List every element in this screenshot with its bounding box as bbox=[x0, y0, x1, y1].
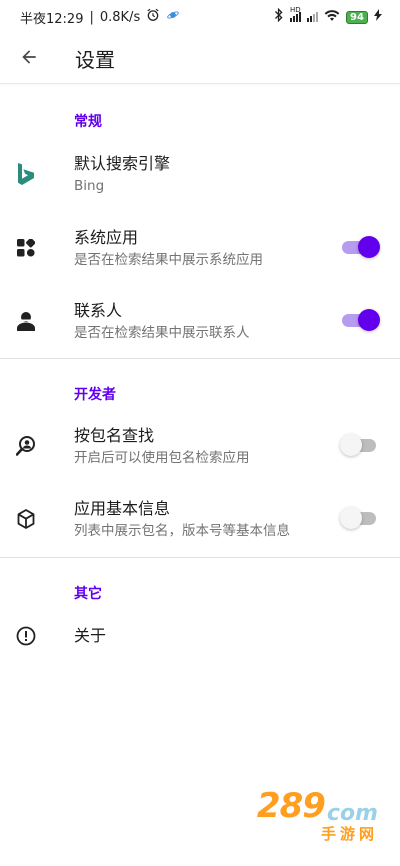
setting-title: 应用基本信息 bbox=[74, 499, 171, 518]
search-person-icon bbox=[14, 434, 38, 458]
search-by-package-toggle[interactable] bbox=[340, 433, 380, 457]
setting-search-by-package[interactable]: 按包名查找 开启后可以使用包名检索应用 bbox=[0, 416, 400, 478]
status-bar: 半夜12:29 | 0.8K/s HD 94 bbox=[0, 0, 400, 34]
bluetooth-icon bbox=[274, 7, 284, 26]
setting-system-apps[interactable]: 系统应用 是否在检索结果中展示系统应用 bbox=[0, 218, 400, 280]
setting-subtitle: 开启后可以使用包名检索应用 bbox=[74, 450, 250, 466]
status-right: HD 94 bbox=[274, 6, 382, 26]
arrow-back-icon bbox=[19, 47, 39, 71]
battery-indicator: 94 bbox=[346, 10, 368, 24]
signal-icon: HD bbox=[290, 6, 301, 22]
setting-title: 联系人 bbox=[74, 301, 123, 320]
bing-icon bbox=[14, 162, 38, 186]
info-icon bbox=[14, 624, 38, 648]
charging-icon bbox=[374, 9, 382, 25]
signal2-icon bbox=[307, 12, 318, 22]
watermark-number: 289 bbox=[256, 786, 326, 826]
setting-subtitle: Bing bbox=[74, 178, 105, 194]
setting-subtitle: 是否在检索结果中展示联系人 bbox=[74, 325, 250, 341]
status-separator: | bbox=[89, 9, 94, 25]
planet-icon bbox=[166, 8, 180, 26]
setting-subtitle: 是否在检索结果中展示系统应用 bbox=[74, 252, 263, 268]
person-icon bbox=[14, 309, 38, 333]
setting-title: 默认搜索引擎 bbox=[74, 154, 171, 173]
setting-title: 关于 bbox=[74, 626, 107, 645]
section-divider bbox=[0, 557, 400, 558]
signal-hd-tag: HD bbox=[290, 6, 301, 14]
page-title: 设置 bbox=[75, 48, 115, 72]
watermark-text: 手游网 bbox=[320, 825, 378, 843]
app-bar: 设置 bbox=[0, 34, 400, 84]
setting-default-search-engine[interactable]: 默认搜索引擎 Bing bbox=[0, 144, 400, 206]
alarm-icon bbox=[146, 8, 160, 26]
setting-about[interactable]: 关于 bbox=[0, 612, 400, 660]
setting-contacts[interactable]: 联系人 是否在检索结果中展示联系人 bbox=[0, 291, 400, 353]
toggle-thumb bbox=[358, 309, 380, 331]
cube-icon bbox=[14, 507, 38, 531]
wifi-icon bbox=[324, 9, 340, 26]
toggle-thumb bbox=[340, 434, 362, 456]
setting-subtitle: 列表中展示包名，版本号等基本信息 bbox=[74, 523, 290, 539]
status-time: 半夜12:29 bbox=[20, 11, 84, 27]
status-speed: 0.8K/s bbox=[99, 9, 141, 25]
section-header-general: 常规 bbox=[74, 114, 102, 130]
section-header-developer: 开发者 bbox=[74, 387, 116, 403]
toggle-thumb bbox=[358, 236, 380, 258]
apps-icon bbox=[14, 236, 38, 260]
status-left: 半夜12:29 | 0.8K/s bbox=[20, 8, 180, 27]
contacts-toggle[interactable] bbox=[340, 308, 380, 332]
setting-title: 系统应用 bbox=[74, 228, 139, 247]
system-apps-toggle[interactable] bbox=[340, 235, 380, 259]
section-header-other: 其它 bbox=[74, 586, 102, 602]
section-divider bbox=[0, 358, 400, 359]
watermark-logo: 289 com 手游网 bbox=[256, 786, 378, 843]
setting-title: 按包名查找 bbox=[74, 426, 155, 445]
back-button[interactable] bbox=[1, 34, 57, 84]
toggle-thumb bbox=[340, 507, 362, 529]
app-basic-info-toggle[interactable] bbox=[340, 506, 380, 530]
setting-app-basic-info[interactable]: 应用基本信息 列表中展示包名，版本号等基本信息 bbox=[0, 489, 400, 551]
